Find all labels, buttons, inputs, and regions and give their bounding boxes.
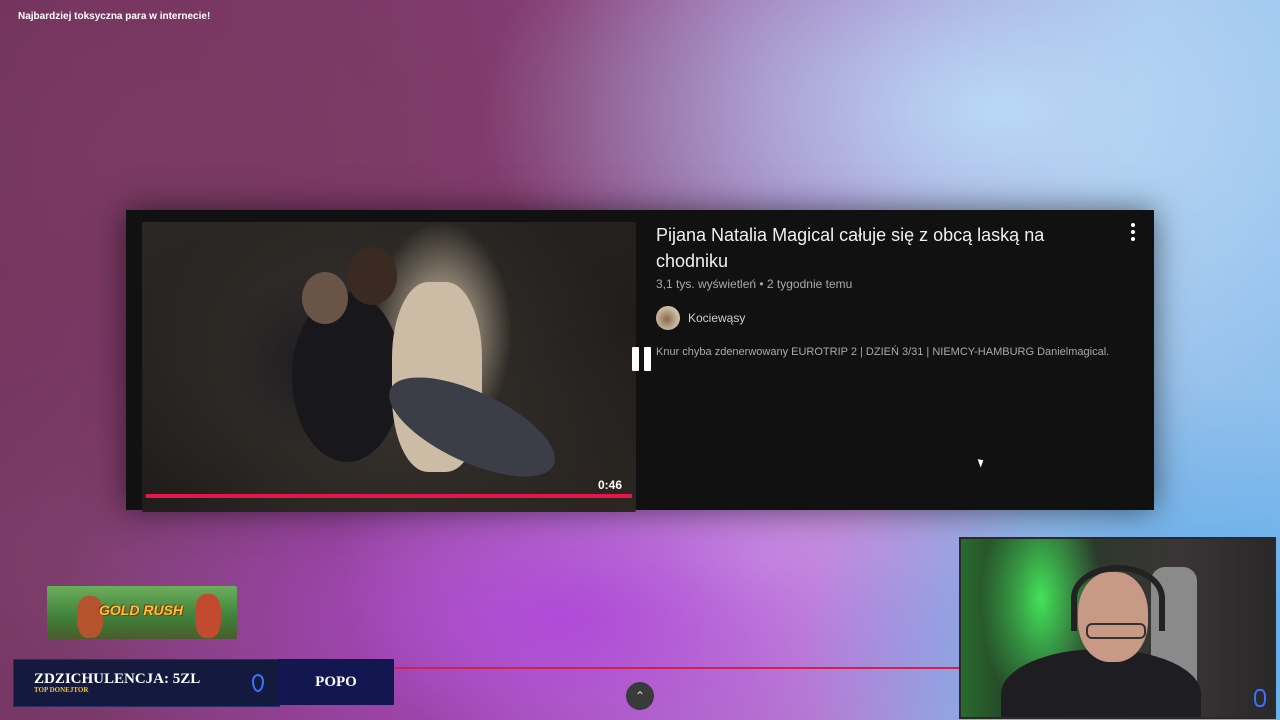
headset-icon	[1071, 565, 1165, 631]
channel-name[interactable]: Kociewąsy	[688, 311, 745, 325]
figure-right-head	[347, 247, 397, 305]
banner-text: GOLD RUSH	[99, 602, 183, 618]
divider-line	[395, 667, 960, 669]
brand-icon	[252, 674, 264, 692]
banner-character-right	[195, 594, 221, 638]
pause-icon[interactable]	[628, 346, 654, 372]
video-description: Knur chyba zdenerwowany EUROTRIP 2 | DZI…	[656, 346, 1110, 358]
webcam-feed	[959, 537, 1276, 719]
popo-label: POPO	[278, 659, 394, 705]
video-meta: 3,1 tys. wyświetleń • 2 tygodnie temu	[656, 277, 853, 291]
glasses-icon	[1086, 623, 1146, 639]
video-title[interactable]: Pijana Natalia Magical całuje się z obcą…	[656, 222, 1076, 274]
donor-sub-text: TOP DONEJTOR	[34, 686, 89, 694]
figure-left-head	[302, 272, 348, 324]
more-vert-icon[interactable]	[1126, 222, 1140, 242]
gold-rush-banner: GOLD RUSH	[47, 586, 237, 639]
figure-left	[292, 292, 402, 462]
video-duration: 0:46	[597, 478, 622, 492]
donor-bar: ZDZICHULENCJA: 5ZL TOP DONEJTOR	[13, 659, 280, 707]
video-thumbnail[interactable]: 0:46	[142, 222, 636, 512]
chevron-up-icon[interactable]: ⌃	[626, 682, 654, 710]
stream-title: Najbardziej toksyczna para w internecie!	[18, 11, 211, 22]
channel-link[interactable]: Kociewąsy	[656, 306, 745, 330]
video-progress-track[interactable]	[146, 494, 632, 498]
brand-icon	[1254, 689, 1266, 707]
video-progress-fill	[146, 494, 632, 498]
video-card[interactable]: 0:46 Pijana Natalia Magical całuje się z…	[126, 210, 1154, 512]
channel-avatar[interactable]	[656, 306, 680, 330]
